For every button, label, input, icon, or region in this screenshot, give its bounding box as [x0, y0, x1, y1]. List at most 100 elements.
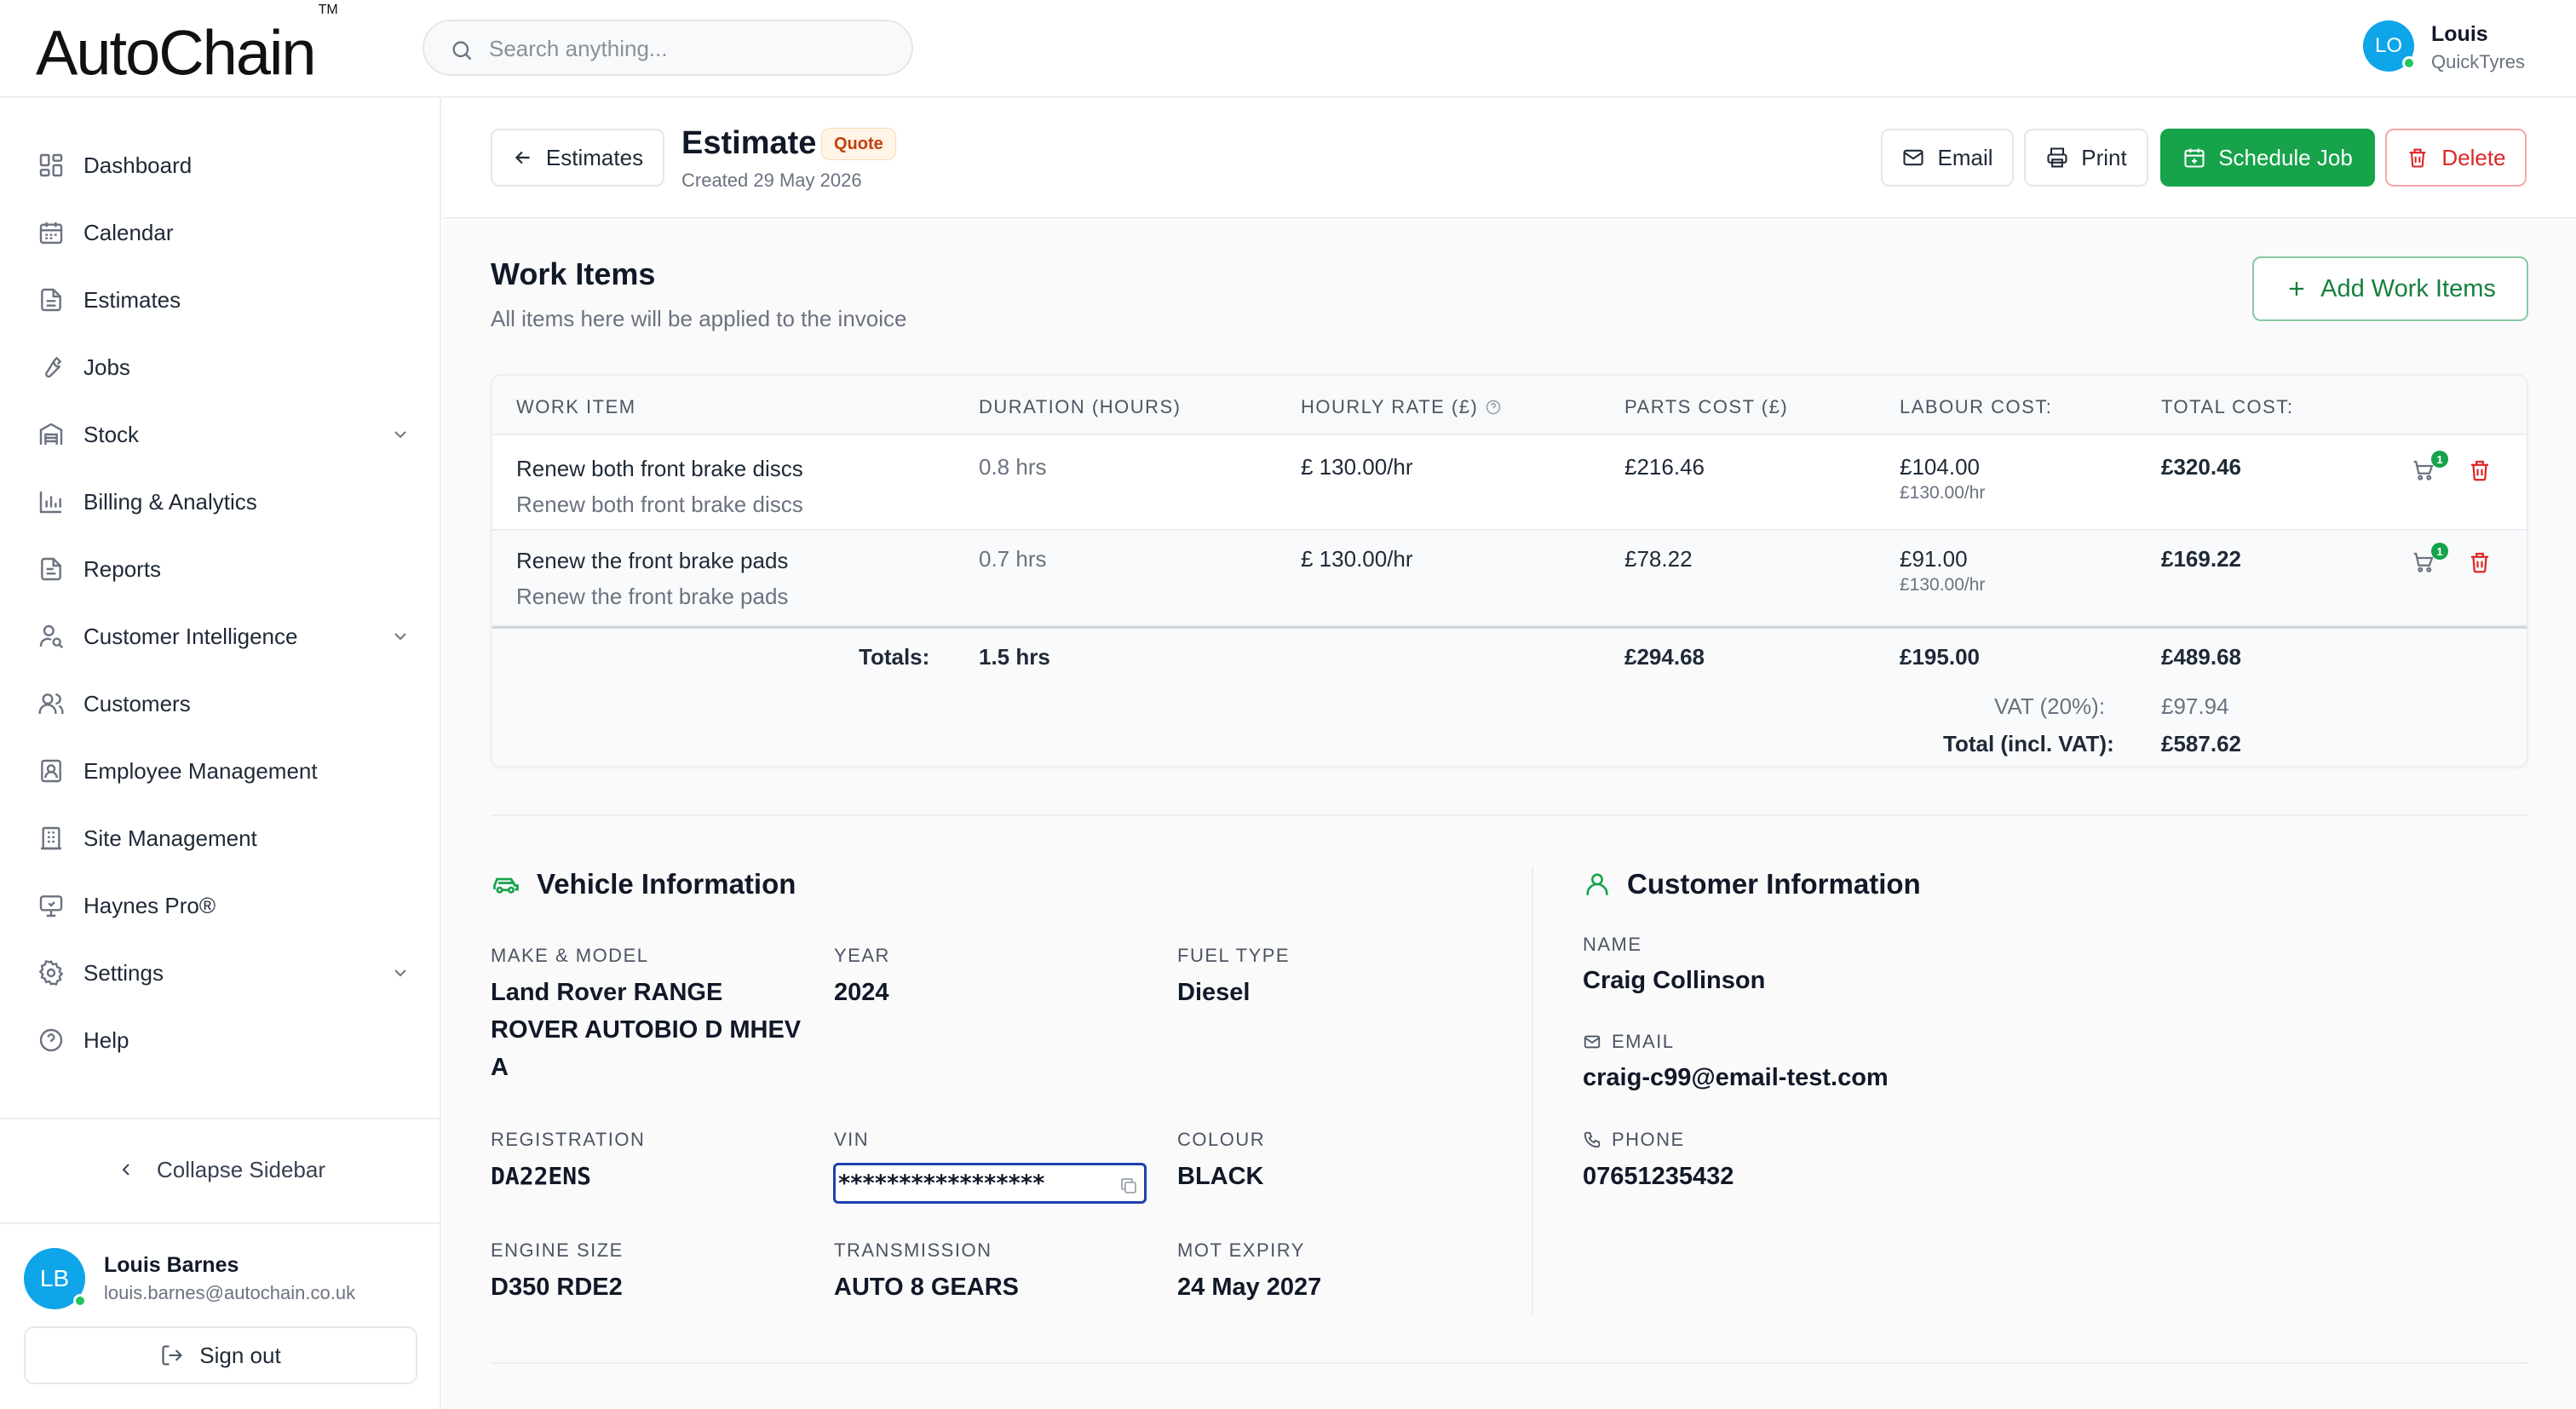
delete-row-button[interactable] [2467, 549, 2493, 575]
collapse-sidebar-button[interactable]: Collapse Sidebar [0, 1146, 441, 1193]
car-icon [491, 869, 521, 900]
sidebar-divider [0, 1118, 441, 1119]
column-header-hourly-rate: HOURLY RATE (£) [1301, 396, 1502, 418]
sidebar-item-label: Settings [83, 959, 164, 986]
email-button[interactable]: Email [1881, 129, 2014, 187]
gear-icon [36, 958, 66, 988]
vin-field[interactable]: ***************** [833, 1163, 1147, 1204]
table-row[interactable]: Renew both front brake discs Renew both … [492, 435, 2527, 531]
sidebar-item-haynes-pro[interactable]: Haynes Pro® [36, 881, 411, 930]
logo-text: AutoChain [36, 17, 317, 89]
chevron-down-icon[interactable] [390, 626, 411, 647]
total-cost: £320.46 [2161, 454, 2241, 480]
sidebar-item-label: Stock [83, 421, 140, 447]
user-icon [1583, 870, 1612, 899]
sidebar: Dashboard Calendar Estimates Jobs Stock … [0, 98, 441, 1409]
avatar[interactable]: LO [2363, 20, 2416, 72]
labour-cost: £104.00 [1900, 454, 1980, 480]
sidebar-item-employee-management[interactable]: Employee Management [36, 746, 411, 796]
sidebar-item-calendar[interactable]: Calendar [36, 208, 411, 257]
sidebar-item-dashboard[interactable]: Dashboard [36, 141, 411, 190]
customer-name-value: Craig Collinson [1583, 967, 1766, 994]
delete-button[interactable]: Delete [2385, 129, 2527, 187]
vat-label: VAT (20%): [1994, 693, 2106, 719]
sidebar-item-help[interactable]: Help [36, 1015, 411, 1065]
vin-label: VIN [834, 1129, 870, 1150]
calendar-plus-icon [2182, 146, 2206, 170]
work-items-table: WORK ITEM DURATION (HOURS) HOURLY RATE (… [491, 374, 2528, 768]
sign-out-button[interactable]: Sign out [24, 1326, 417, 1384]
delete-row-button[interactable] [2467, 457, 2493, 483]
sidebar-item-customers[interactable]: Customers [36, 679, 411, 728]
registration-label: REGISTRATION [491, 1129, 646, 1150]
make-model-line: ROVER AUTOBIO D MHEV [491, 1016, 802, 1044]
sidebar-item-customer-intelligence[interactable]: Customer Intelligence [36, 612, 411, 661]
report-icon [36, 554, 66, 584]
trash-icon [2467, 457, 2493, 483]
totals-label: Totals: [859, 644, 930, 670]
sidebar-item-site-management[interactable]: Site Management [36, 814, 411, 863]
work-item-description: Renew both front brake discs [516, 492, 803, 517]
customer-name-label: NAME [1583, 934, 1642, 955]
sidebar-item-jobs[interactable]: Jobs [36, 342, 411, 392]
customer-email-value[interactable]: craig-c99@email-test.com [1583, 1059, 1889, 1096]
arrow-left-icon [512, 147, 534, 169]
customer-phone-value[interactable]: 07651235432 [1583, 1158, 1734, 1195]
email-label-text: EMAIL [1612, 1031, 1675, 1052]
mot-expiry-label: MOT EXPIRY [1177, 1239, 1305, 1261]
info-icon[interactable] [1485, 399, 1502, 416]
chevron-down-icon[interactable] [390, 963, 411, 983]
column-header: LABOUR COST: [1900, 396, 2053, 417]
add-work-items-button[interactable]: Add Work Items [2252, 256, 2528, 321]
column-header: PARTS COST (£) [1624, 396, 1789, 417]
logout-icon [160, 1343, 184, 1367]
sidebar-item-stock[interactable]: Stock [36, 410, 411, 459]
duration: 0.8 hrs [979, 454, 1047, 480]
year-value: 2024 [834, 979, 889, 1006]
help-icon [36, 1025, 66, 1055]
app-logo[interactable]: AutoChainTM [36, 3, 338, 89]
copy-icon[interactable] [1118, 1176, 1139, 1196]
order-parts-button[interactable]: 1 [2411, 451, 2448, 483]
wrench-icon [36, 352, 66, 382]
user-menu[interactable]: LO Louis QuickTyres [2363, 20, 2525, 72]
sidebar-item-billing[interactable]: Billing & Analytics [36, 477, 411, 526]
trash-icon [2467, 549, 2493, 575]
sidebar-item-label: Employee Management [83, 757, 318, 784]
back-to-estimates-button[interactable]: Estimates [491, 129, 664, 187]
sidebar-item-reports[interactable]: Reports [36, 544, 411, 594]
search-input[interactable] [489, 33, 889, 64]
year-label: YEAR [834, 945, 890, 966]
sidebar-item-label: Estimates [83, 286, 181, 313]
plus-icon [2285, 277, 2309, 301]
schedule-job-button[interactable]: Schedule Job [2160, 129, 2375, 187]
trash-icon [2406, 146, 2429, 170]
transmission-value: AUTO 8 GEARS [834, 1274, 1020, 1301]
add-work-items-label: Add Work Items [2320, 274, 2496, 302]
totals-section: Totals: 1.5 hrs £294.68 £195.00 £489.68 … [492, 626, 2527, 766]
total-cost-sum: £489.68 [2161, 644, 2241, 670]
vin-value: ***************** [837, 1170, 1045, 1197]
back-button-label: Estimates [545, 144, 644, 170]
delete-button-label: Delete [2441, 144, 2506, 170]
sidebar-item-estimates[interactable]: Estimates [36, 275, 411, 325]
sidebar-item-label: Calendar [83, 219, 174, 245]
duration: 0.7 hrs [979, 546, 1047, 572]
email-button-label: Email [1937, 144, 1993, 170]
calendar-icon [36, 217, 66, 248]
sidebar-item-settings[interactable]: Settings [36, 948, 411, 998]
order-parts-button[interactable]: 1 [2411, 543, 2448, 575]
section-divider [491, 814, 2528, 816]
search-icon [450, 38, 474, 62]
chevron-down-icon[interactable] [390, 424, 411, 445]
sidebar-item-label: Jobs [83, 354, 130, 380]
avatar: LB [24, 1248, 87, 1309]
avatar-initials: LO [2374, 34, 2402, 57]
table-row[interactable]: Renew the front brake pads Renew the fro… [492, 531, 2527, 626]
work-item-name: Renew the front brake pads [516, 548, 789, 573]
print-button[interactable]: Print [2024, 129, 2148, 187]
cart-count-badge: 1 [2431, 451, 2448, 468]
search-bar[interactable] [423, 20, 913, 76]
monitor-icon [36, 890, 66, 921]
customer-phone-label: PHONE [1583, 1129, 1685, 1151]
